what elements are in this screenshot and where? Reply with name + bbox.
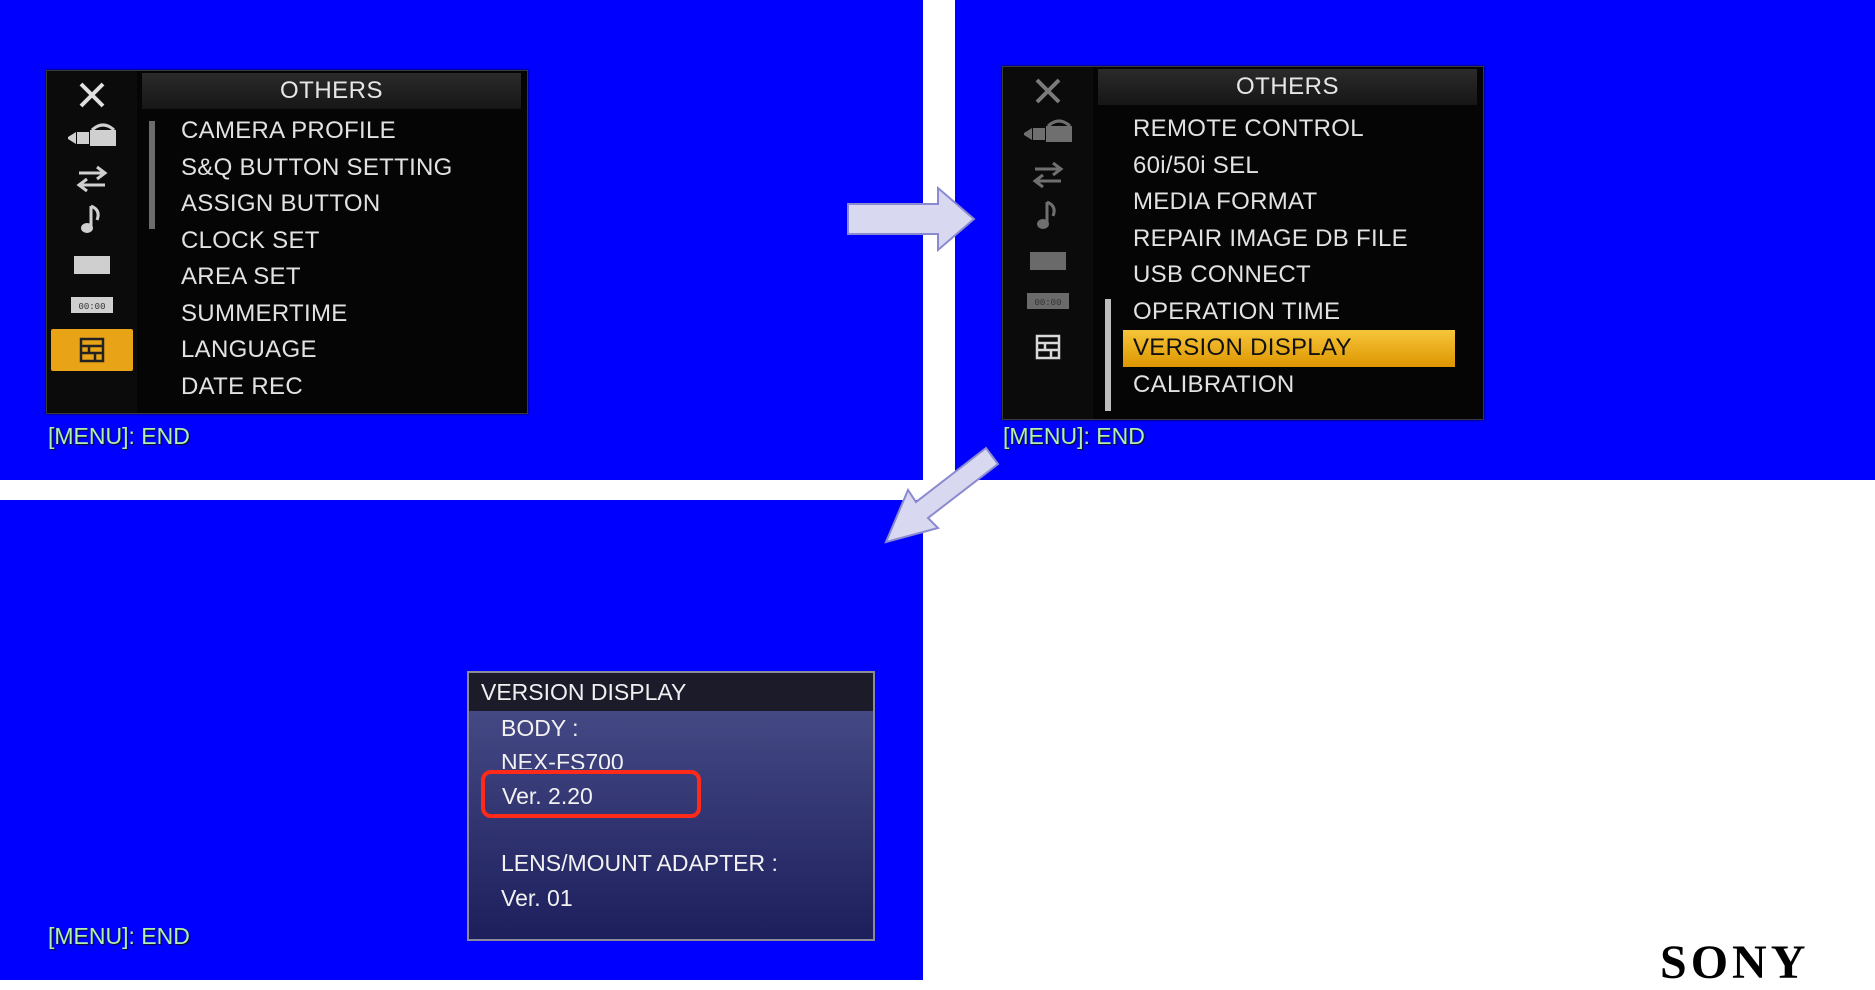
- scrollbar[interactable]: [1105, 299, 1111, 411]
- others-icon[interactable]: [51, 329, 133, 371]
- swap-icon[interactable]: [51, 161, 133, 197]
- menu-item-operation-time[interactable]: OPERATION TIME: [1123, 294, 1455, 331]
- scrollbar[interactable]: [149, 121, 155, 229]
- others-icon[interactable]: [1007, 329, 1089, 365]
- lens-version: Ver. 01: [501, 885, 573, 911]
- menu-item-date-rec[interactable]: DATE REC: [171, 369, 507, 406]
- timecode-icon[interactable]: 00:00: [51, 287, 133, 323]
- menu-item-calibration[interactable]: CALIBRATION: [1123, 367, 1455, 404]
- others-menu-1: 00:00 OTHERS CAMERA PROFILE S&Q BUTTON S…: [46, 70, 528, 414]
- menu-end-hint: [MENU]: END: [48, 423, 190, 449]
- menu-item-assign-button[interactable]: ASSIGN BUTTON: [171, 186, 507, 223]
- model-name: NEX-FS700: [501, 749, 624, 769]
- menu-end-hint: [MENU]: END: [1003, 423, 1145, 449]
- highlight-callout-frame: [481, 770, 701, 818]
- menu-item-version-display[interactable]: VERSION DISPLAY: [1123, 330, 1455, 367]
- svg-text:00:00: 00:00: [1034, 298, 1061, 308]
- next-step-arrow-right: [847, 185, 976, 253]
- lens-mount-adapter-label: LENS/MOUNT ADAPTER :: [501, 850, 778, 876]
- camera-icon[interactable]: [1007, 115, 1089, 151]
- svg-text:00:00: 00:00: [78, 302, 105, 312]
- music-note-icon[interactable]: [1007, 197, 1089, 233]
- menu-title: OTHERS: [142, 73, 521, 109]
- menu-item-remote-control[interactable]: REMOTE CONTROL: [1123, 111, 1455, 148]
- menu-item-media-format[interactable]: MEDIA FORMAT: [1123, 184, 1455, 221]
- menu-title: OTHERS: [1098, 69, 1477, 105]
- next-step-arrow-down-left: [884, 446, 1000, 544]
- others-menu-2: 00:00 OTHERS REMOTE CONTROL 60i/50i SEL …: [1002, 66, 1484, 420]
- camera-icon[interactable]: [51, 119, 133, 155]
- music-note-icon[interactable]: [51, 201, 133, 237]
- menu-item-sq-button-setting[interactable]: S&Q BUTTON SETTING: [171, 150, 507, 187]
- menu-icon-column: 00:00: [47, 71, 137, 413]
- menu-item-language[interactable]: LANGUAGE: [171, 332, 507, 369]
- close-icon[interactable]: [1007, 73, 1089, 109]
- close-icon[interactable]: [51, 77, 133, 113]
- timecode-icon[interactable]: 00:00: [1007, 283, 1089, 319]
- body-label: BODY :: [501, 715, 579, 741]
- menu-item-summertime[interactable]: SUMMERTIME: [171, 296, 507, 333]
- menu-item-camera-profile[interactable]: CAMERA PROFILE: [171, 113, 507, 150]
- display-icon[interactable]: [1007, 243, 1089, 279]
- menu-icon-column: 00:00: [1003, 67, 1093, 419]
- display-icon[interactable]: [51, 247, 133, 283]
- menu-item-repair-image-db-file[interactable]: REPAIR IMAGE DB FILE: [1123, 221, 1455, 258]
- swap-icon[interactable]: [1007, 157, 1089, 193]
- menu-end-hint: [MENU]: END: [48, 923, 190, 949]
- menu-item-clock-set[interactable]: CLOCK SET: [171, 223, 507, 260]
- menu-item-60i-50i-sel[interactable]: 60i/50i SEL: [1123, 148, 1455, 185]
- menu-item-area-set[interactable]: AREA SET: [171, 259, 507, 296]
- menu-item-usb-connect[interactable]: USB CONNECT: [1123, 257, 1455, 294]
- sony-logo: SONY: [1660, 936, 1810, 989]
- version-display-title: VERSION DISPLAY: [469, 673, 873, 711]
